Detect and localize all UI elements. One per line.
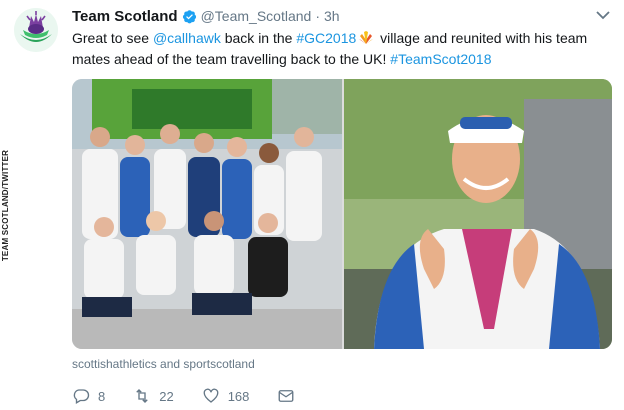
tweet-text-part: back in the	[220, 30, 297, 46]
separator-dot: ·	[315, 8, 320, 24]
media-grid	[72, 79, 612, 349]
retweet-count: 22	[159, 388, 174, 404]
tweet-text-part: Great to see	[72, 30, 153, 46]
like-count: 168	[227, 388, 250, 404]
retweet-icon	[136, 389, 148, 403]
team-group-photo[interactable]	[72, 79, 342, 349]
message-button[interactable]	[277, 387, 295, 405]
message-icon	[278, 390, 294, 402]
avatar[interactable]	[14, 8, 58, 52]
display-name[interactable]: Team Scotland	[72, 8, 178, 25]
verified-badge-icon	[182, 9, 196, 23]
hashtag-link[interactable]: #GC2018	[296, 30, 356, 46]
photo-credit-text: TEAM SCOTLAND/TWITTER	[1, 149, 11, 261]
chevron-down-icon[interactable]	[596, 10, 610, 20]
timestamp[interactable]: 3h	[324, 8, 340, 24]
mention-link[interactable]: @callhawk	[153, 30, 221, 46]
reply-count: 8	[98, 388, 106, 404]
athlete-portrait-photo-image	[344, 79, 612, 349]
gc2018-emoji-icon	[359, 31, 374, 44]
photo-credit: TEAM SCOTLAND/TWITTER	[0, 0, 12, 410]
media-caption[interactable]: scottishathletics and sportscotland	[72, 357, 255, 371]
tweet-text: Great to see @callhawk back in the #GC20…	[72, 28, 592, 70]
like-icon	[203, 388, 219, 403]
like-button[interactable]: 168	[202, 387, 250, 405]
athlete-portrait-photo[interactable]	[344, 79, 612, 349]
handle[interactable]: @Team_Scotland	[201, 8, 312, 24]
tweet-actions: 8 22 168	[72, 386, 323, 406]
team-group-photo-image	[72, 79, 342, 349]
thistle-logo-icon	[14, 8, 58, 52]
reply-icon	[73, 389, 90, 404]
reply-button[interactable]: 8	[72, 387, 105, 405]
tweet-header: Team Scotland @Team_Scotland · 3h	[72, 6, 340, 26]
retweet-button[interactable]: 22	[133, 387, 174, 405]
hashtag-link[interactable]: #TeamScot2018	[390, 51, 491, 67]
